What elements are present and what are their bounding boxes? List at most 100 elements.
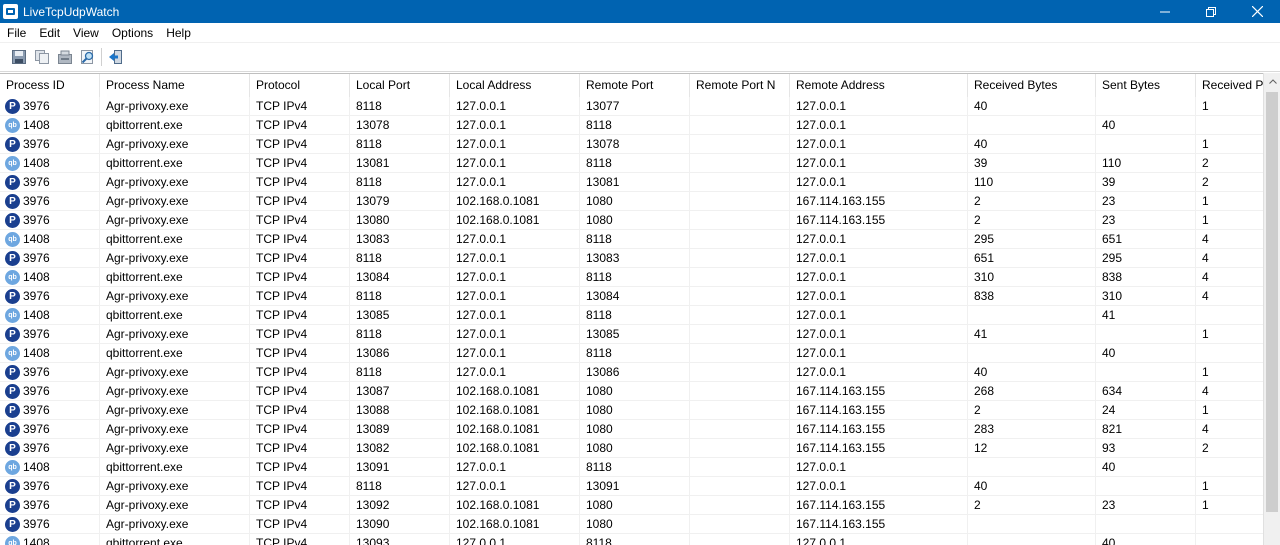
cell-process-name: Agr-privoxy.exe (100, 97, 250, 116)
table-row[interactable]: P 3976 Agr-privoxy.exe TCP IPv4 8118 127.0.0.… (0, 287, 1280, 306)
cell-protocol: TCP IPv4 (250, 363, 350, 382)
window-controls (1142, 0, 1280, 23)
cell-sent-bytes: 40 (1096, 458, 1196, 477)
table-row[interactable]: qb 1408 qbittorrent.exe TCP IPv4 13084 127.0.… (0, 268, 1280, 287)
table-row[interactable]: P 3976 Agr-privoxy.exe TCP IPv4 8118 127.0.0.… (0, 97, 1280, 116)
cell-received-bytes: 838 (968, 287, 1096, 306)
close-button[interactable] (1234, 0, 1280, 23)
cell-sent-bytes: 310 (1096, 287, 1196, 306)
table-row[interactable]: P 3976 Agr-privoxy.exe TCP IPv4 8118 127.0.0.… (0, 325, 1280, 344)
menu-options[interactable]: Options (105, 23, 159, 43)
table-row[interactable]: P 3976 Agr-privoxy.exe TCP IPv4 13092 102.168… (0, 496, 1280, 515)
chevron-up-icon (1268, 79, 1277, 84)
cell-process-id: qb 1408 (0, 534, 100, 545)
cell-local-port: 13089 (350, 420, 450, 439)
menu-view[interactable]: View (66, 23, 105, 43)
column-sent-bytes[interactable]: Sent Bytes (1096, 74, 1196, 97)
cell-remote-port-name (690, 135, 790, 154)
cell-local-address: 127.0.0.1 (450, 230, 580, 249)
scroll-up-button[interactable] (1264, 73, 1280, 90)
cell-received-bytes: 41 (968, 325, 1096, 344)
table-row[interactable]: qb 1408 qbittorrent.exe TCP IPv4 13093 127.0.… (0, 534, 1280, 545)
cell-local-port: 13087 (350, 382, 450, 401)
table-row[interactable]: P 3976 Agr-privoxy.exe TCP IPv4 8118 127.0.0.… (0, 477, 1280, 496)
menu-edit[interactable]: Edit (32, 23, 66, 43)
table-row[interactable]: P 3976 Agr-privoxy.exe TCP IPv4 8118 127.0.0.… (0, 363, 1280, 382)
exit-button[interactable] (104, 46, 127, 68)
cell-local-port: 13083 (350, 230, 450, 249)
table-row[interactable]: qb 1408 qbittorrent.exe TCP IPv4 13083 127.0.… (0, 230, 1280, 249)
menu-file[interactable]: File (0, 23, 32, 43)
table-row[interactable]: P 3976 Agr-privoxy.exe TCP IPv4 8118 127.0.0.… (0, 135, 1280, 154)
column-received-bytes[interactable]: Received Bytes (968, 74, 1096, 97)
table-row[interactable]: P 3976 Agr-privoxy.exe TCP IPv4 13079 102.168… (0, 192, 1280, 211)
cell-received-bytes: 2 (968, 211, 1096, 230)
column-process-name[interactable]: Process Name (100, 74, 250, 97)
privoxy-icon: P (5, 517, 20, 532)
table-row[interactable]: qb 1408 qbittorrent.exe TCP IPv4 13078 127.0.… (0, 116, 1280, 135)
cell-sent-bytes: 93 (1096, 439, 1196, 458)
table-row[interactable]: P 3976 Agr-privoxy.exe TCP IPv4 13088 102.168… (0, 401, 1280, 420)
cell-remote-port: 13086 (580, 363, 690, 382)
table-row[interactable]: qb 1408 qbittorrent.exe TCP IPv4 13086 127.0.… (0, 344, 1280, 363)
table-row[interactable]: P 3976 Agr-privoxy.exe TCP IPv4 13089 102.168… (0, 420, 1280, 439)
cell-protocol: TCP IPv4 (250, 496, 350, 515)
column-local-port[interactable]: Local Port (350, 74, 450, 97)
column-remote-port[interactable]: Remote Port (580, 74, 690, 97)
table-row[interactable]: P 3976 Agr-privoxy.exe TCP IPv4 13080 102.168… (0, 211, 1280, 230)
cell-remote-address: 127.0.0.1 (790, 363, 968, 382)
qbittorrent-icon: qb (5, 536, 20, 545)
cell-sent-bytes: 40 (1096, 344, 1196, 363)
cell-local-port: 13088 (350, 401, 450, 420)
cell-remote-port: 1080 (580, 192, 690, 211)
cell-sent-bytes: 821 (1096, 420, 1196, 439)
cell-sent-bytes: 40 (1096, 116, 1196, 135)
table-row[interactable]: P 3976 Agr-privoxy.exe TCP IPv4 13082 102.168… (0, 439, 1280, 458)
cell-process-name: Agr-privoxy.exe (100, 515, 250, 534)
cell-protocol: TCP IPv4 (250, 173, 350, 192)
table-row[interactable]: P 3976 Agr-privoxy.exe TCP IPv4 13087 102.168… (0, 382, 1280, 401)
window-title: LiveTcpUdpWatch (23, 4, 120, 19)
save-button[interactable] (7, 46, 30, 68)
scroll-thumb[interactable] (1266, 92, 1278, 512)
column-protocol[interactable]: Protocol (250, 74, 350, 97)
table-row[interactable]: qb 1408 qbittorrent.exe TCP IPv4 13081 127.0.… (0, 154, 1280, 173)
table-row[interactable]: P 3976 Agr-privoxy.exe TCP IPv4 13090 102.168… (0, 515, 1280, 534)
table-row[interactable]: qb 1408 qbittorrent.exe TCP IPv4 13091 127.0.… (0, 458, 1280, 477)
menu-help[interactable]: Help (159, 23, 197, 43)
cell-received-bytes (968, 458, 1096, 477)
process-id-text: 3976 (23, 194, 50, 208)
minimize-button[interactable] (1142, 0, 1188, 23)
table-row[interactable]: P 3976 Agr-privoxy.exe TCP IPv4 8118 127.0.0.… (0, 173, 1280, 192)
privoxy-icon: P (5, 327, 20, 342)
properties-button[interactable] (53, 46, 76, 68)
cell-protocol: TCP IPv4 (250, 534, 350, 545)
cell-sent-bytes (1096, 515, 1196, 534)
find-button[interactable] (76, 46, 99, 68)
column-remote-address[interactable]: Remote Address (790, 74, 968, 97)
cell-local-port: 13091 (350, 458, 450, 477)
restore-button[interactable] (1188, 0, 1234, 23)
cell-sent-bytes: 23 (1096, 211, 1196, 230)
cell-process-name: Agr-privoxy.exe (100, 325, 250, 344)
cell-process-name: Agr-privoxy.exe (100, 420, 250, 439)
process-id-text: 3976 (23, 137, 50, 151)
copy-button[interactable] (30, 46, 53, 68)
table-row[interactable]: qb 1408 qbittorrent.exe TCP IPv4 13085 127.0.… (0, 306, 1280, 325)
column-local-address[interactable]: Local Address (450, 74, 580, 97)
privoxy-icon: P (5, 137, 20, 152)
title-bar[interactable]: LiveTcpUdpWatch (0, 0, 1280, 23)
connections-list[interactable]: Process ID Process Name Protocol Local P… (0, 73, 1280, 545)
cell-process-name: Agr-privoxy.exe (100, 477, 250, 496)
vertical-scrollbar[interactable] (1263, 73, 1280, 545)
cell-received-bytes: 2 (968, 496, 1096, 515)
cell-remote-address: 167.114.163.155 (790, 515, 968, 534)
table-row[interactable]: P 3976 Agr-privoxy.exe TCP IPv4 8118 127.0.0.… (0, 249, 1280, 268)
cell-process-name: qbittorrent.exe (100, 534, 250, 545)
cell-received-bytes: 39 (968, 154, 1096, 173)
column-process-id[interactable]: Process ID (0, 74, 100, 97)
cell-remote-port: 8118 (580, 116, 690, 135)
toolbar-separator (101, 48, 102, 66)
column-remote-port-name[interactable]: Remote Port N (690, 74, 790, 97)
cell-remote-port-name (690, 439, 790, 458)
